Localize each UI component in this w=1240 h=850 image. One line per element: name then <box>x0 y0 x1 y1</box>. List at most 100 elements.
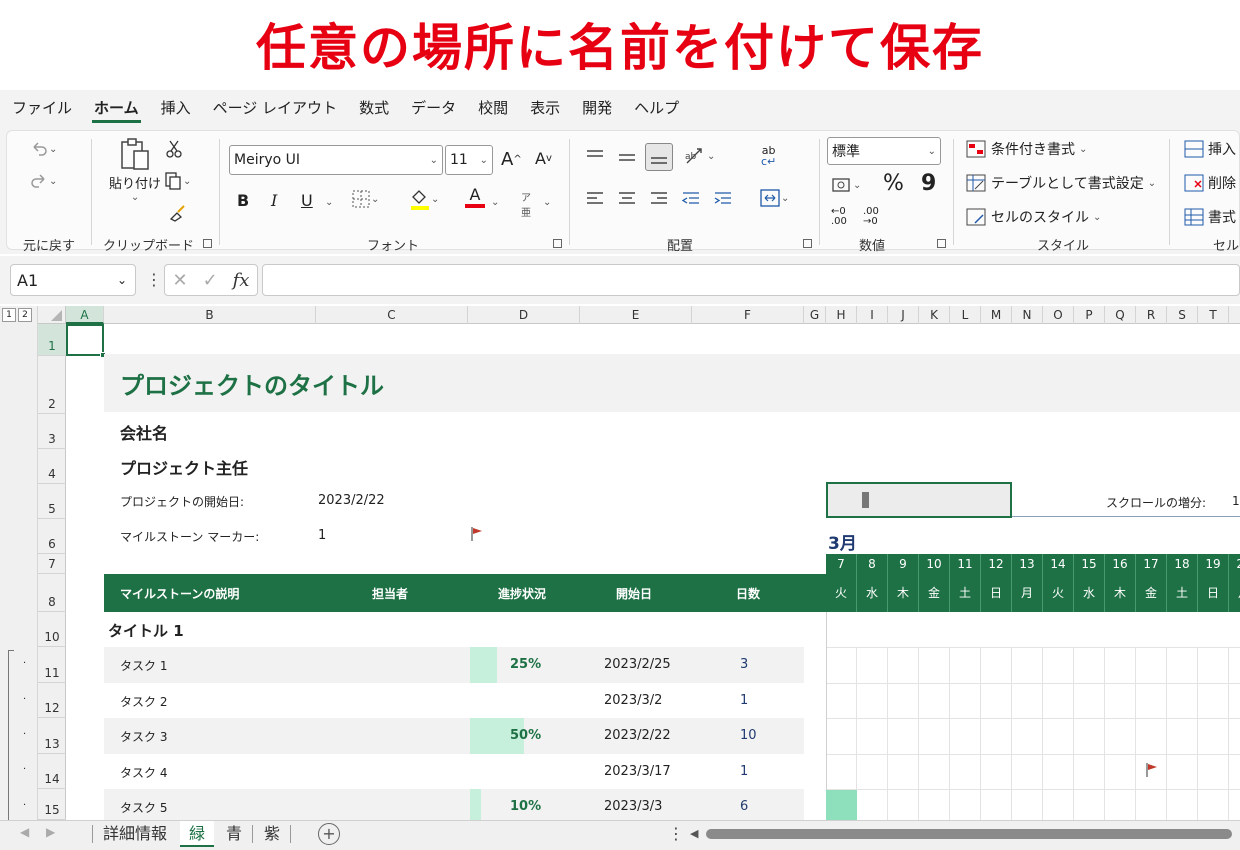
column-header[interactable]: S <box>1167 306 1198 324</box>
table-row[interactable]: タスク 4 2023/3/17 1 <box>104 754 804 789</box>
paste-button[interactable]: 貼り付け ⌄ <box>109 137 161 203</box>
name-box[interactable]: A1 ⌄ <box>10 264 136 296</box>
project-manager[interactable]: プロジェクト主任 <box>120 455 248 479</box>
formula-input[interactable] <box>262 264 1240 296</box>
sheet-tab-green[interactable]: 緑 <box>180 821 214 847</box>
decrease-indent-button[interactable] <box>681 189 701 209</box>
format-cells-button[interactable]: 書式 <box>1183 207 1236 227</box>
column-header[interactable]: P <box>1074 306 1105 324</box>
tab-review[interactable]: 校閲 <box>478 90 508 126</box>
section-title[interactable]: タイトル 1 <box>108 620 184 641</box>
scroll-left-icon[interactable]: ◀ <box>690 827 698 840</box>
more-options-icon[interactable]: ⋮ <box>146 270 162 289</box>
scroll-thumb[interactable] <box>862 492 869 508</box>
task-name[interactable]: タスク 2 <box>120 693 167 710</box>
tab-developer[interactable]: 開発 <box>582 90 612 126</box>
gantt-task-bar[interactable] <box>826 790 857 820</box>
table-row[interactable]: タスク 3 50% 2023/2/22 10 <box>104 718 804 754</box>
horizontal-scrollbar[interactable] <box>706 829 1232 839</box>
outline-level-1-button[interactable]: 1 <box>2 308 16 322</box>
column-header[interactable]: M <box>981 306 1012 324</box>
outline-level-2-button[interactable]: 2 <box>18 308 32 322</box>
task-days[interactable]: 3 <box>740 657 748 672</box>
task-name[interactable]: タスク 1 <box>120 657 167 674</box>
row-header[interactable]: 2 <box>38 356 66 414</box>
percent-button[interactable]: % <box>883 171 904 196</box>
conditional-formatting-button[interactable]: 条件付き書式 ⌄ <box>965 139 1087 159</box>
dialog-launcher-icon[interactable] <box>553 239 562 248</box>
tab-file[interactable]: ファイル <box>12 90 72 126</box>
task-name[interactable]: タスク 3 <box>120 728 167 745</box>
row-header[interactable]: 10 <box>38 612 66 647</box>
undo-button[interactable]: ⌄ <box>29 139 57 159</box>
company-name[interactable]: 会社名 <box>120 420 168 444</box>
row-header[interactable]: 4 <box>38 449 66 484</box>
redo-button[interactable]: ⌄ <box>29 171 57 191</box>
font-color-button[interactable]: A <box>465 185 485 208</box>
previous-sheet-icon[interactable]: ◀ <box>20 825 29 839</box>
bold-button[interactable]: B <box>237 191 249 210</box>
milestone-marker-value[interactable]: 1 <box>318 528 326 543</box>
task-days[interactable]: 6 <box>740 799 748 814</box>
task-progress[interactable]: 25% <box>510 657 541 672</box>
row-header[interactable]: 13 <box>38 718 66 754</box>
tab-help[interactable]: ヘルプ <box>634 90 679 126</box>
row-header[interactable]: 5 <box>38 484 66 519</box>
tab-formulas[interactable]: 数式 <box>359 90 389 126</box>
wrap-text-button[interactable]: ab c↵ <box>761 145 776 167</box>
dialog-launcher-icon[interactable] <box>803 239 812 248</box>
phonetic-button[interactable]: ア亜 <box>521 189 531 219</box>
task-name[interactable]: タスク 4 <box>120 764 167 781</box>
cancel-icon[interactable]: ✕ <box>172 270 187 291</box>
tab-insert[interactable]: 挿入 <box>161 90 191 126</box>
align-top-button[interactable] <box>585 147 605 167</box>
align-right-button[interactable] <box>649 189 669 209</box>
tab-data[interactable]: データ <box>411 90 456 126</box>
row-header[interactable]: 7 <box>38 554 66 574</box>
align-left-button[interactable] <box>585 189 605 209</box>
column-header[interactable]: T <box>1198 306 1229 324</box>
merge-center-button[interactable]: ⌄ <box>759 187 789 209</box>
underline-button[interactable]: U <box>301 191 313 210</box>
column-header[interactable]: R <box>1136 306 1167 324</box>
row-header[interactable]: 6 <box>38 519 66 554</box>
cut-button[interactable] <box>165 139 183 159</box>
column-header[interactable]: O <box>1043 306 1074 324</box>
insert-function-button[interactable]: fx <box>233 270 250 291</box>
row-header[interactable]: 14 <box>38 754 66 789</box>
project-title[interactable]: プロジェクトのタイトル <box>120 366 384 401</box>
fill-color-button[interactable]: ⌄ <box>409 187 439 211</box>
italic-button[interactable]: I <box>271 191 277 210</box>
task-start-date[interactable]: 2023/3/3 <box>604 799 662 814</box>
copy-button[interactable]: ⌄ <box>163 171 191 191</box>
tab-page-layout[interactable]: ページ レイアウト <box>213 90 337 126</box>
tab-split-handle-icon[interactable]: ⋮ <box>668 824 684 843</box>
table-row[interactable]: タスク 1 25% 2023/2/25 3 <box>104 647 804 683</box>
task-progress[interactable]: 50% <box>510 728 541 743</box>
table-row[interactable]: タスク 5 10% 2023/3/3 6 <box>104 789 804 820</box>
column-header[interactable]: J <box>888 306 919 324</box>
orientation-button[interactable]: ab ⌄ <box>683 145 715 167</box>
font-name-select[interactable]: Meiryo UI ⌄ <box>229 145 443 175</box>
add-sheet-button[interactable]: + <box>318 823 340 845</box>
column-header[interactable]: B <box>104 306 316 324</box>
increase-decimal-button[interactable]: ←0.00 <box>831 207 847 227</box>
column-header[interactable]: N <box>1012 306 1043 324</box>
column-header[interactable]: K <box>919 306 950 324</box>
task-days[interactable]: 10 <box>740 728 757 743</box>
shrink-font-button[interactable]: Av <box>535 149 552 168</box>
dialog-launcher-icon[interactable] <box>937 239 946 248</box>
insert-cells-button[interactable]: 挿入 <box>1183 139 1236 159</box>
column-header[interactable]: G <box>804 306 826 324</box>
sheet-tab-blue[interactable]: 青 <box>218 821 250 847</box>
scroll-increment-control[interactable] <box>826 482 1012 518</box>
task-name[interactable]: タスク 5 <box>120 799 167 816</box>
select-all-button[interactable] <box>38 306 66 324</box>
column-header[interactable]: Q <box>1105 306 1136 324</box>
column-header[interactable]: H <box>826 306 857 324</box>
column-header[interactable]: A <box>66 306 104 324</box>
task-progress[interactable]: 10% <box>510 799 541 814</box>
column-header[interactable]: D <box>468 306 580 324</box>
format-as-table-button[interactable]: テーブルとして書式設定 ⌄ <box>965 173 1156 193</box>
row-header[interactable]: 1 <box>38 324 66 356</box>
